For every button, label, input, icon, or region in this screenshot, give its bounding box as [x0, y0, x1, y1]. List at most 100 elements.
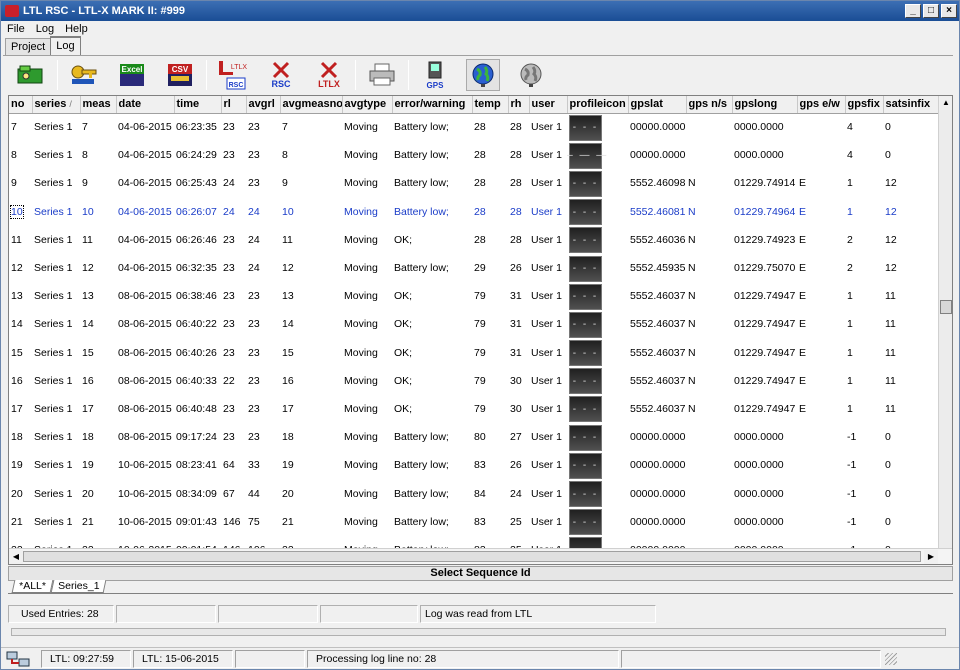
table-cell[interactable]: User 1 — [529, 226, 567, 254]
table-cell[interactable]: 04-06-2015 — [116, 169, 174, 197]
column-header[interactable]: gps e/w — [797, 96, 846, 114]
table-cell[interactable]: 28 — [472, 198, 508, 226]
table-cell[interactable]: 20 — [9, 479, 32, 507]
table-cell[interactable]: 5552.46036 — [628, 226, 686, 254]
table-cell[interactable]: 7 — [9, 113, 32, 141]
table-cell[interactable]: 83 — [472, 451, 508, 479]
table-cell[interactable]: 31 — [508, 339, 529, 367]
table-cell[interactable]: - - - — [567, 310, 628, 338]
vertical-scrollbar[interactable]: ▲ — [938, 96, 952, 548]
table-cell[interactable]: 5552.46037 — [628, 310, 686, 338]
table-cell[interactable]: 0 — [883, 479, 939, 507]
table-cell[interactable]: 23 — [246, 367, 280, 395]
table-cell[interactable] — [686, 113, 732, 141]
table-cell[interactable] — [797, 141, 845, 169]
table-cell[interactable]: 23 — [221, 141, 246, 169]
table-cell[interactable]: 0 — [883, 141, 939, 169]
table-cell[interactable]: 19 — [9, 451, 32, 479]
table-cell[interactable]: 14 — [9, 310, 32, 338]
table-cell[interactable]: 84 — [472, 479, 508, 507]
table-cell[interactable]: 24 — [221, 198, 246, 226]
table-cell[interactable]: 23 — [246, 113, 280, 141]
table-cell[interactable]: 19 — [80, 451, 116, 479]
table-cell[interactable]: 28 — [472, 113, 508, 141]
table-cell[interactable]: Series 1 — [32, 198, 80, 226]
column-header[interactable]: meas — [80, 96, 117, 114]
table-cell[interactable]: Moving — [342, 339, 392, 367]
column-header[interactable]: no — [9, 96, 33, 114]
table-cell[interactable]: N — [686, 169, 732, 197]
table-cell[interactable]: 06:23:35 — [174, 113, 221, 141]
table-cell[interactable] — [797, 451, 845, 479]
table-cell[interactable]: 4 — [845, 141, 883, 169]
sequence-tab-series-1[interactable]: Series_1 — [50, 580, 107, 593]
table-cell[interactable]: 79 — [472, 282, 508, 310]
table-cell[interactable]: 22 — [221, 367, 246, 395]
table-row[interactable]: 12 Series 1 12 04-06-2015 06:32:35 23 24 12 Movi… — [9, 254, 939, 282]
log-table[interactable]: no series / meas date time rl avgrl avgm… — [8, 95, 953, 565]
table-cell[interactable]: User 1 — [529, 310, 567, 338]
table-cell[interactable]: 23 — [246, 395, 280, 423]
table-cell[interactable]: 06:24:29 — [174, 141, 221, 169]
table-cell[interactable]: Battery low; — [392, 479, 472, 507]
table-cell[interactable]: 30 — [508, 395, 529, 423]
table-cell[interactable]: Battery low; — [392, 451, 472, 479]
table-cell[interactable]: 24 — [246, 254, 280, 282]
table-cell[interactable]: 44 — [246, 479, 280, 507]
table-cell[interactable]: 12 — [883, 169, 939, 197]
table-cell[interactable]: 1 — [845, 198, 883, 226]
table-cell[interactable]: 15 — [9, 339, 32, 367]
table-cell[interactable]: Battery low; — [392, 113, 472, 141]
table-cell[interactable]: 1 — [845, 310, 883, 338]
table-cell[interactable]: 06:40:26 — [174, 339, 221, 367]
table-cell[interactable]: 01229.74947 — [732, 367, 797, 395]
table-cell[interactable]: 0000.0000 — [732, 113, 797, 141]
table-cell[interactable]: Series 1 — [32, 141, 80, 169]
table-row[interactable]: 7 Series 1 7 04-06-2015 06:23:35 23 23 7 Moving B… — [9, 113, 939, 141]
column-header[interactable]: avgtype — [342, 96, 393, 114]
table-cell[interactable]: N — [686, 339, 732, 367]
table-cell[interactable] — [686, 423, 732, 451]
ltlx-to-rsc-button[interactable]: LTLX RSC — [216, 59, 250, 91]
table-cell[interactable]: Moving — [342, 254, 392, 282]
table-cell[interactable]: 01229.74964 — [732, 198, 797, 226]
table-cell[interactable]: 10-06-2015 — [116, 508, 174, 536]
table-cell[interactable]: 25 — [508, 508, 529, 536]
table-cell[interactable]: 16 — [9, 367, 32, 395]
table-cell[interactable]: - - - — [567, 226, 628, 254]
table-cell[interactable]: 1 — [845, 339, 883, 367]
table-cell[interactable]: - - - — [567, 282, 628, 310]
table-row[interactable]: 14 Series 1 14 08-06-2015 06:40:22 23 23 14 Movi… — [9, 310, 939, 338]
table-cell[interactable]: Moving — [342, 451, 392, 479]
column-header[interactable]: rl — [221, 96, 247, 114]
table-cell[interactable] — [797, 479, 845, 507]
column-header[interactable]: error/warning — [392, 96, 473, 114]
table-cell[interactable]: 08-06-2015 — [116, 423, 174, 451]
table-cell[interactable]: 23 — [221, 423, 246, 451]
keys-button[interactable] — [67, 59, 101, 91]
column-header[interactable]: satsinfix — [883, 96, 940, 114]
table-cell[interactable]: 4 — [845, 113, 883, 141]
table-cell[interactable]: 20 — [80, 479, 116, 507]
table-cell[interactable]: 23 — [246, 423, 280, 451]
table-cell[interactable]: - - - — [567, 254, 628, 282]
table-cell[interactable]: 08-06-2015 — [116, 282, 174, 310]
table-cell[interactable]: -1 — [845, 423, 883, 451]
table-cell[interactable]: Moving — [342, 367, 392, 395]
table-cell[interactable]: 15 — [280, 339, 342, 367]
table-cell[interactable]: 20 — [280, 479, 342, 507]
menu-file[interactable]: File — [1, 21, 30, 37]
table-cell[interactable]: 79 — [472, 395, 508, 423]
table-cell[interactable]: 11 — [883, 339, 939, 367]
table-cell[interactable]: User 1 — [529, 141, 567, 169]
table-cell[interactable]: User 1 — [529, 423, 567, 451]
table-cell[interactable]: 79 — [472, 367, 508, 395]
table-cell[interactable]: 00000.0000 — [628, 113, 686, 141]
table-cell[interactable]: 08-06-2015 — [116, 339, 174, 367]
table-cell[interactable]: 11 — [280, 226, 342, 254]
table-cell[interactable]: 01229.74923 — [732, 226, 797, 254]
table-cell[interactable]: 09:01:43 — [174, 508, 221, 536]
table-cell[interactable]: - - - — [567, 508, 628, 536]
table-cell[interactable]: 06:40:48 — [174, 395, 221, 423]
close-button[interactable]: × — [941, 4, 957, 18]
